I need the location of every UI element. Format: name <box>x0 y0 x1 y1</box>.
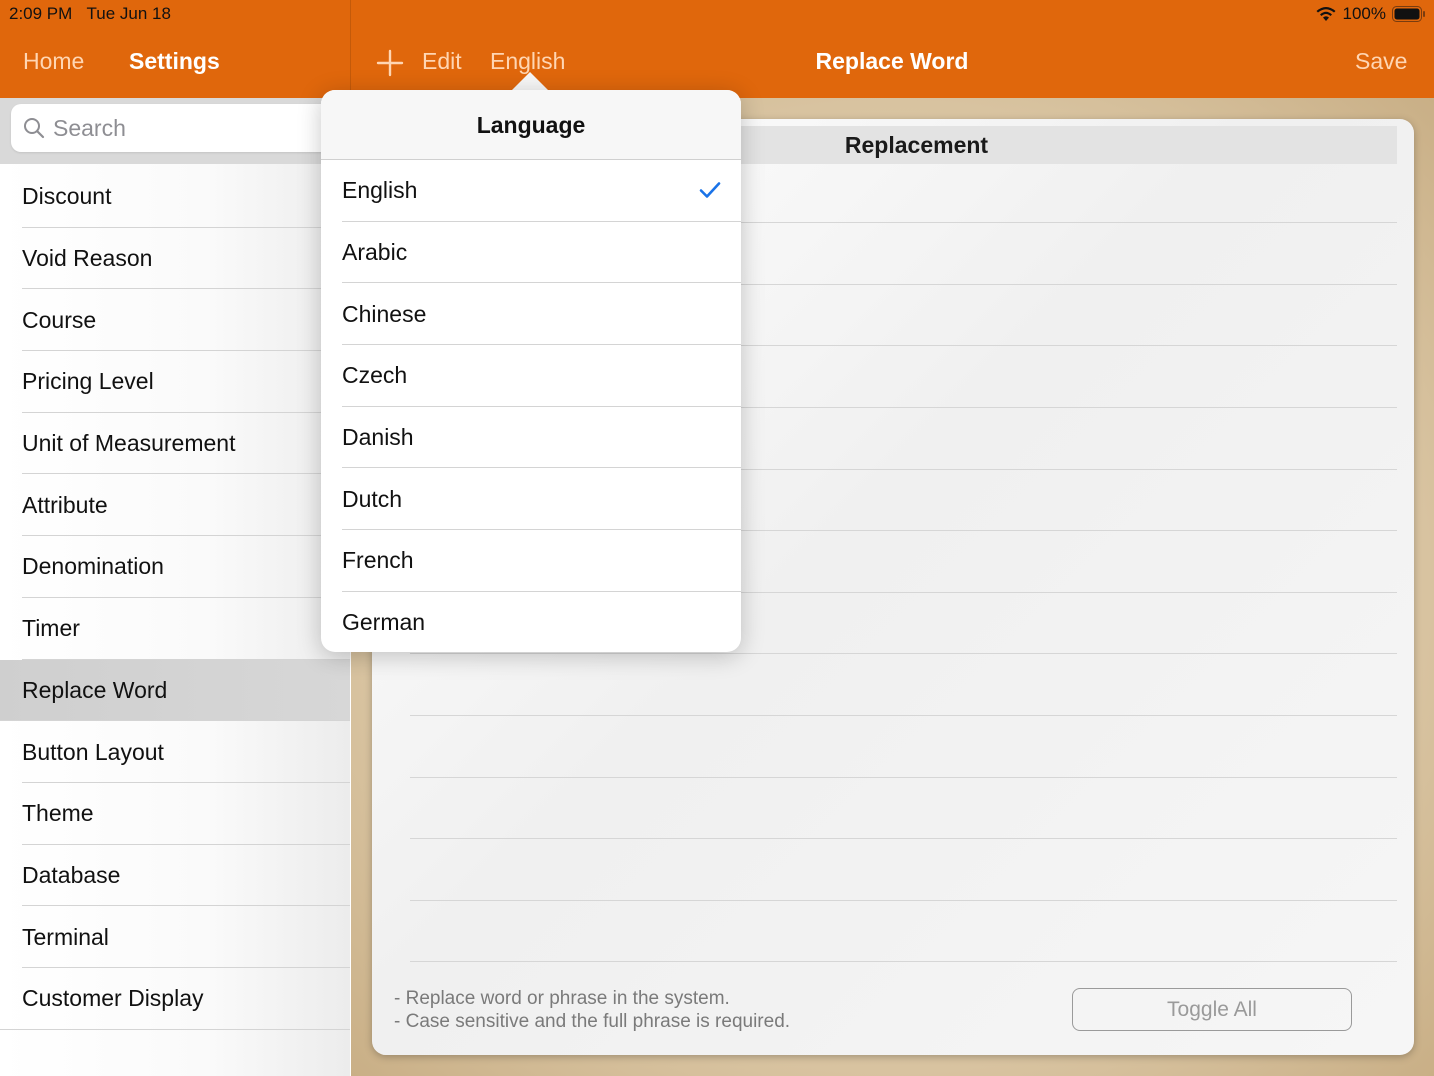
sidebar-item-attribute[interactable]: Attribute <box>0 474 350 536</box>
search-bar <box>0 98 350 164</box>
sidebar-item-course[interactable]: Course <box>0 289 350 351</box>
nav-divider <box>350 0 351 98</box>
popover-arrow <box>512 72 548 90</box>
language-option-label: French <box>342 547 414 574</box>
language-option-dutch[interactable]: Dutch <box>321 468 741 530</box>
settings-button[interactable]: Settings <box>129 48 220 75</box>
language-option-chinese[interactable]: Chinese <box>321 283 741 345</box>
status-indicators: 100% <box>1315 4 1426 24</box>
language-option-label: Czech <box>342 362 408 389</box>
status-date: Tue Jun 18 <box>86 4 171 23</box>
battery-percent: 100% <box>1342 4 1386 23</box>
toggle-all-button[interactable]: Toggle All <box>1072 988 1352 1031</box>
language-button[interactable]: English <box>490 48 565 75</box>
hint-line-2: - Case sensitive and the full phrase is … <box>394 1011 791 1032</box>
language-option-label: English <box>342 177 418 204</box>
table-row[interactable] <box>410 961 1397 962</box>
settings-menu: Discount Void Reason Course Pricing Leve… <box>0 166 350 1030</box>
battery-icon <box>1392 5 1426 23</box>
hint-text: - Replace word or phrase in the system. … <box>394 987 790 1033</box>
status-time: 2:09 PM Tue Jun 18 <box>9 4 171 23</box>
language-option-arabic[interactable]: Arabic <box>321 222 741 284</box>
search-icon <box>24 118 45 139</box>
language-option-danish[interactable]: Danish <box>321 407 741 469</box>
language-popover: Language English Arabic Chinese Czech Da… <box>321 90 741 652</box>
edit-button[interactable]: Edit <box>422 48 462 75</box>
sidebar-item-discount[interactable]: Discount <box>0 166 350 228</box>
language-option-label: Arabic <box>342 239 408 266</box>
language-option-label: German <box>342 609 426 636</box>
popover-title: Language <box>321 90 741 160</box>
sidebar-item-unit-of-measurement[interactable]: Unit of Measurement <box>0 413 350 475</box>
table-row[interactable] <box>410 838 1397 839</box>
language-option-label: Chinese <box>342 300 427 327</box>
add-icon[interactable] <box>376 49 404 77</box>
search-field[interactable] <box>11 104 341 152</box>
table-row[interactable] <box>410 653 1397 654</box>
language-option-german[interactable]: German <box>321 592 741 652</box>
table-row[interactable] <box>410 900 1397 901</box>
sidebar-item-terminal[interactable]: Terminal <box>0 906 350 968</box>
language-option-label: Danish <box>342 424 414 451</box>
language-option-french[interactable]: French <box>321 530 741 592</box>
navigation-bar: 2:09 PM Tue Jun 18 100% Home Settings Ed… <box>0 0 1434 98</box>
page-title: Replace Word <box>815 48 969 74</box>
sidebar-item-pricing-level[interactable]: Pricing Level <box>0 351 350 413</box>
sidebar-item-theme[interactable]: Theme <box>0 783 350 845</box>
language-option-label: Dutch <box>342 485 403 512</box>
sidebar-item-database[interactable]: Database <box>0 845 350 907</box>
home-button[interactable]: Home <box>23 48 84 75</box>
table-row[interactable] <box>410 777 1397 778</box>
sidebar-item-replace-word[interactable]: Replace Word <box>0 659 350 722</box>
language-list: English Arabic Chinese Czech Danish Dutc… <box>321 160 741 652</box>
sidebar-item-void-reason[interactable]: Void Reason <box>0 228 350 290</box>
save-button[interactable]: Save <box>1355 48 1407 75</box>
language-option-czech[interactable]: Czech <box>321 345 741 407</box>
table-row[interactable] <box>410 715 1397 716</box>
wifi-icon <box>1315 6 1337 22</box>
language-option-english[interactable]: English <box>321 160 741 222</box>
sidebar-item-denomination[interactable]: Denomination <box>0 536 350 598</box>
hint-line-1: - Replace word or phrase in the system. <box>394 988 730 1009</box>
sidebar-item-customer-display[interactable]: Customer Display <box>0 968 350 1030</box>
checkmark-icon <box>699 182 721 198</box>
sidebar-item-timer[interactable]: Timer <box>0 598 350 660</box>
sidebar-item-button-layout[interactable]: Button Layout <box>0 721 350 783</box>
sidebar: Discount Void Reason Course Pricing Leve… <box>0 98 350 1076</box>
search-input[interactable] <box>53 114 313 142</box>
